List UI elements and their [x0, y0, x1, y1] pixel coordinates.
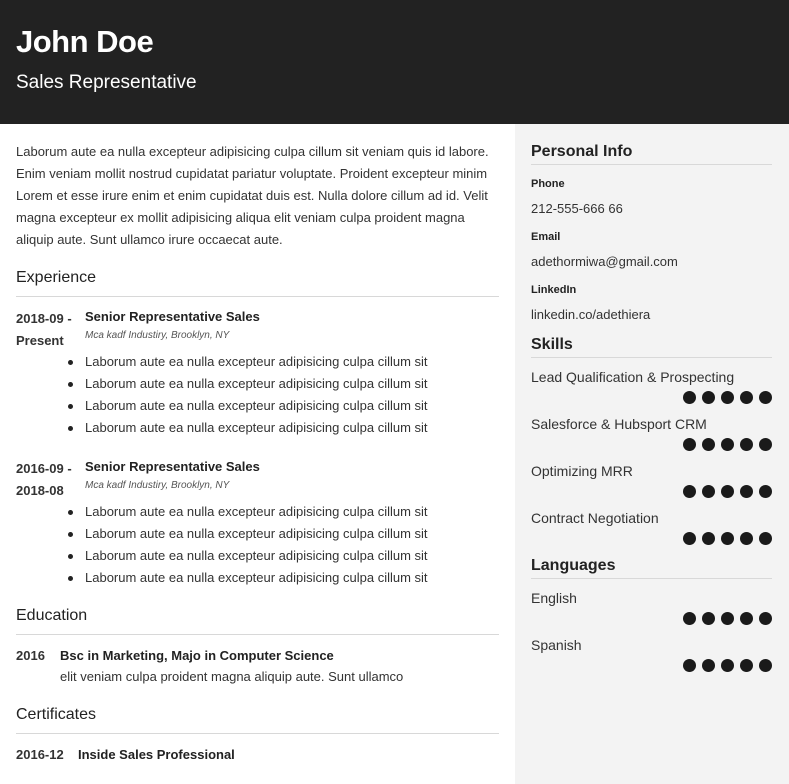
skills-list: Lead Qualification & Prospecting Salesfo… [531, 368, 772, 545]
candidate-name: John Doe [16, 24, 154, 59]
languages-list: English Spanish [531, 589, 772, 672]
skill-name: Optimizing MRR [531, 463, 633, 479]
education-body: Bsc in Marketing, Majo in Computer Scien… [60, 646, 403, 688]
rating-dot [759, 532, 772, 545]
skill-item: Contract Negotiation [531, 509, 772, 545]
skill-name: Salesforce & Hubsport CRM [531, 416, 707, 432]
phone-label: Phone [531, 178, 565, 190]
rating-dot [759, 391, 772, 404]
skill-item: Lead Qualification & Prospecting [531, 368, 772, 404]
education-desc: elit veniam culpa proident magna aliquip… [60, 669, 404, 684]
skill-item: Optimizing MRR [531, 462, 772, 498]
email-label: Email [531, 231, 561, 243]
job-bullet: Laborum aute ea nulla excepteur adipisic… [68, 523, 499, 545]
rating-dot [683, 485, 696, 498]
rating-dot [740, 438, 753, 451]
linkedin-label: LinkedIn [531, 284, 577, 296]
rating-dot [721, 485, 734, 498]
job-company: Mca kadf Industiry, Brooklyn, NY [85, 330, 230, 341]
rating-dot [721, 532, 734, 545]
job-body: Senior Representative Sales Mca kadf Ind… [68, 458, 499, 589]
language-rating [531, 659, 772, 672]
certificate-date: 2016-12 [16, 747, 64, 762]
skill-name: Lead Qualification & Prospecting [531, 369, 735, 385]
profile-summary: Laborum aute ea nulla excepteur adipisic… [16, 144, 489, 247]
job-bullet: Laborum aute ea nulla excepteur adipisic… [68, 373, 499, 395]
job-bullets: Laborum aute ea nulla excepteur adipisic… [68, 351, 499, 439]
rating-dot [721, 438, 734, 451]
rating-dot [683, 391, 696, 404]
rating-dot [702, 438, 715, 451]
rating-dot [740, 612, 753, 625]
rating-dot [721, 612, 734, 625]
job-entry: 2016-09 - 2018-08 Senior Representative … [16, 458, 499, 589]
job-bullet: Laborum aute ea nulla excepteur adipisic… [68, 501, 499, 523]
job-bullet: Laborum aute ea nulla excepteur adipisic… [68, 417, 499, 439]
certificate-entry: 2016-12 Inside Sales Professional [16, 745, 499, 765]
rating-dot [721, 391, 734, 404]
skills-heading: Skills [531, 336, 772, 358]
rating-dot [683, 612, 696, 625]
rating-dot [702, 659, 715, 672]
job-entry: 2018-09 - Present Senior Representative … [16, 308, 499, 439]
rating-dot [759, 659, 772, 672]
rating-dot [740, 659, 753, 672]
skill-rating [531, 532, 772, 545]
job-date-end: Present [16, 333, 64, 348]
skill-name: Contract Negotiation [531, 510, 659, 526]
job-date-end: 2018-08 [16, 483, 64, 498]
job-date-start: 2016-09 - [16, 461, 72, 476]
rating-dot [721, 659, 734, 672]
resume-header: John Doe Sales Representative [0, 0, 789, 124]
rating-dot [740, 532, 753, 545]
job-title: Senior Representative Sales [85, 309, 260, 324]
certificates-heading: Certificates [16, 706, 499, 734]
rating-dot [740, 391, 753, 404]
education-date: 2016 [16, 648, 45, 663]
rating-dot [759, 438, 772, 451]
rating-dot [702, 532, 715, 545]
job-bullet: Laborum aute ea nulla excepteur adipisic… [68, 567, 499, 589]
job-bullet: Laborum aute ea nulla excepteur adipisic… [68, 395, 499, 417]
rating-dot [759, 485, 772, 498]
languages-heading: Languages [531, 557, 772, 579]
skill-rating [531, 438, 772, 451]
rating-dot [759, 612, 772, 625]
rating-dot [702, 485, 715, 498]
experience-heading: Experience [16, 269, 499, 297]
rating-dot [740, 485, 753, 498]
email-value[interactable]: adethormiwa@gmail.com [531, 253, 772, 271]
personal-info-heading: Personal Info [531, 143, 772, 165]
rating-dot [683, 659, 696, 672]
language-item: English [531, 589, 772, 625]
language-name: English [531, 590, 577, 606]
main-column: Laborum aute ea nulla excepteur adipisic… [16, 124, 499, 765]
rating-dot [683, 532, 696, 545]
job-company: Mca kadf Industiry, Brooklyn, NY [85, 480, 230, 491]
rating-dot [683, 438, 696, 451]
skill-rating [531, 391, 772, 404]
rating-dot [702, 391, 715, 404]
phone-value[interactable]: 212-555-666 66 [531, 200, 772, 218]
job-bullet: Laborum aute ea nulla excepteur adipisic… [68, 351, 499, 373]
education-title: Bsc in Marketing, Majo in Computer Scien… [60, 648, 334, 663]
linkedin-value[interactable]: linkedin.co/adethiera [531, 306, 772, 324]
language-rating [531, 612, 772, 625]
language-name: Spanish [531, 637, 582, 653]
job-title: Senior Representative Sales [85, 459, 260, 474]
candidate-role: Sales Representative [16, 72, 197, 93]
job-body: Senior Representative Sales Mca kadf Ind… [68, 308, 499, 439]
education-entry: 2016 Bsc in Marketing, Majo in Computer … [16, 646, 499, 688]
rating-dot [702, 612, 715, 625]
education-heading: Education [16, 607, 499, 635]
language-item: Spanish [531, 636, 772, 672]
sidebar: Personal Info Phone 212-555-666 66 Email… [515, 124, 789, 784]
job-date-start: 2018-09 - [16, 311, 72, 326]
job-bullet: Laborum aute ea nulla excepteur adipisic… [68, 545, 499, 567]
job-bullets: Laborum aute ea nulla excepteur adipisic… [68, 501, 499, 589]
skill-item: Salesforce & Hubsport CRM [531, 415, 772, 451]
skill-rating [531, 485, 772, 498]
certificate-title: Inside Sales Professional [78, 747, 235, 762]
